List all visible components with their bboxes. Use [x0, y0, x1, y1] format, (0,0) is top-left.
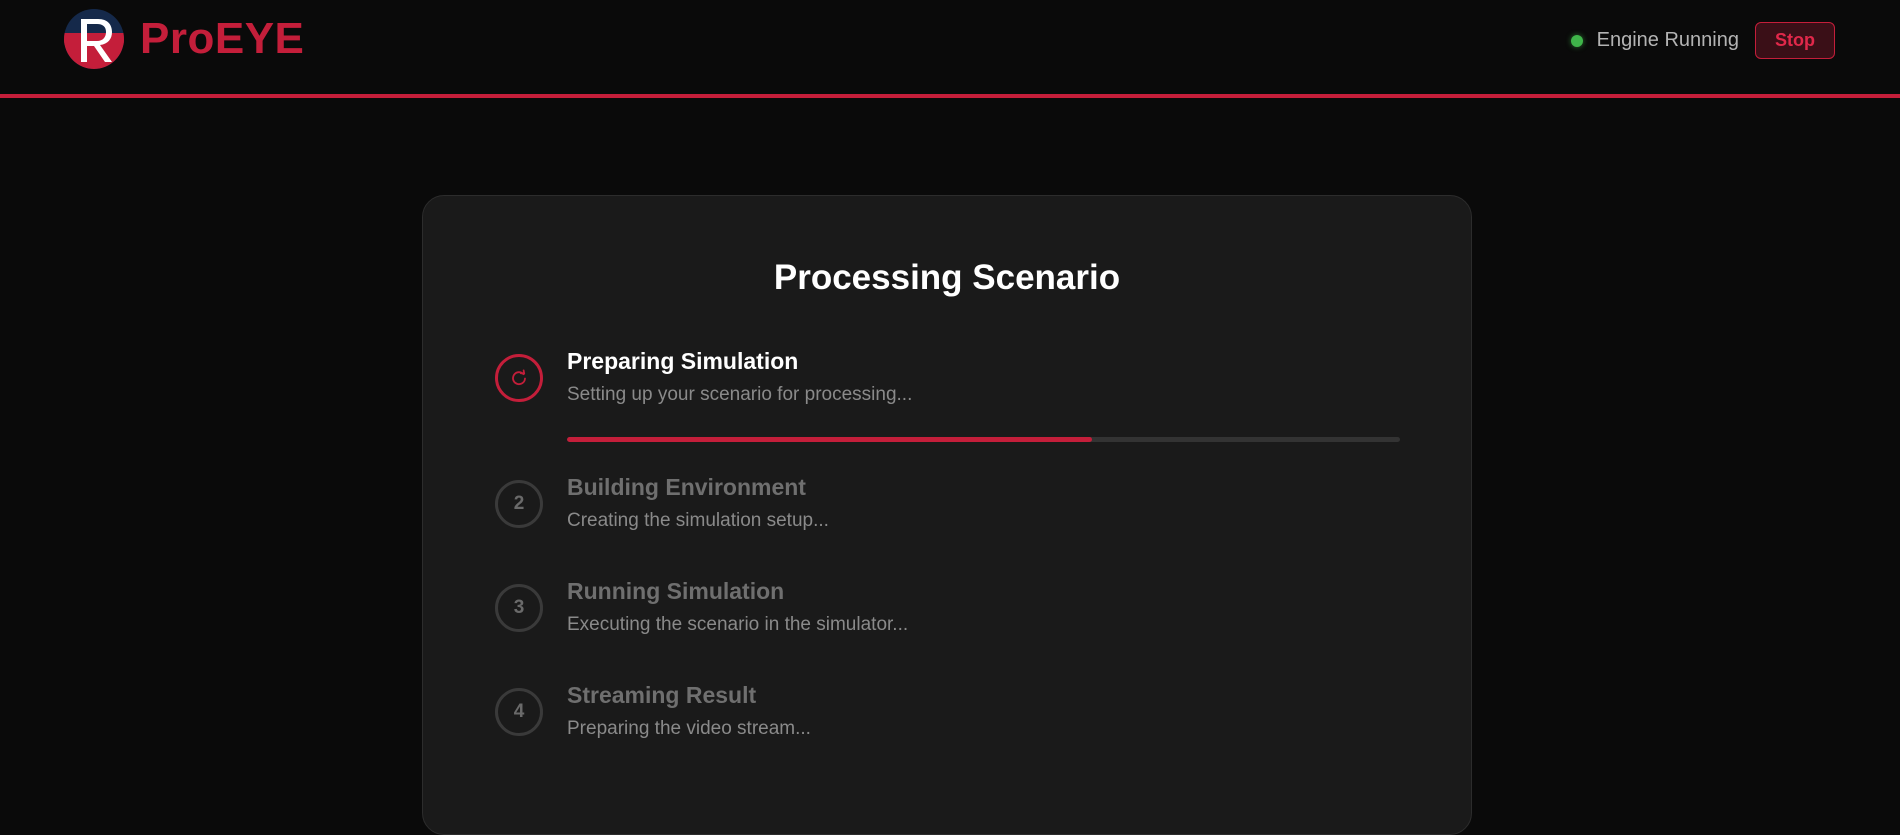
page-title: Processing Scenario — [773, 258, 1121, 297]
step-description: Preparing the video stream... — [567, 718, 811, 739]
step-progress-fill — [567, 437, 1092, 442]
engine-status-text: Engine Running — [1596, 29, 1739, 51]
step-status-circle — [495, 354, 543, 402]
step-number-circle: 3 — [495, 584, 543, 632]
step-number-circle: 4 — [495, 688, 543, 736]
engine-status-bar: Engine Running Stop — [1570, 22, 1835, 59]
stop-button[interactable]: Stop — [1755, 22, 1835, 59]
processing-card: Processing Scenario Preparing Simulation… — [422, 195, 1472, 835]
step-title: Building Environment — [567, 474, 806, 500]
step-title: Preparing Simulation — [567, 348, 799, 374]
brand-name: ProEYE — [140, 14, 305, 63]
app-header: ProEYE Engine Running Stop — [0, 0, 1900, 98]
step-description: Creating the simulation setup... — [567, 510, 829, 531]
step-progress-bar — [567, 437, 1400, 442]
logo-icon — [64, 9, 124, 69]
step-number-circle: 2 — [495, 480, 543, 528]
step-description: Executing the scenario in the simulator.… — [567, 614, 909, 635]
step-title: Running Simulation — [567, 578, 785, 604]
brand-logo[interactable]: ProEYE — [64, 9, 304, 69]
step-title: Streaming Result — [567, 682, 757, 708]
step-description: Setting up your scenario for processing.… — [567, 384, 913, 405]
refresh-icon — [512, 369, 526, 386]
status-indicator-dot — [1570, 34, 1583, 47]
